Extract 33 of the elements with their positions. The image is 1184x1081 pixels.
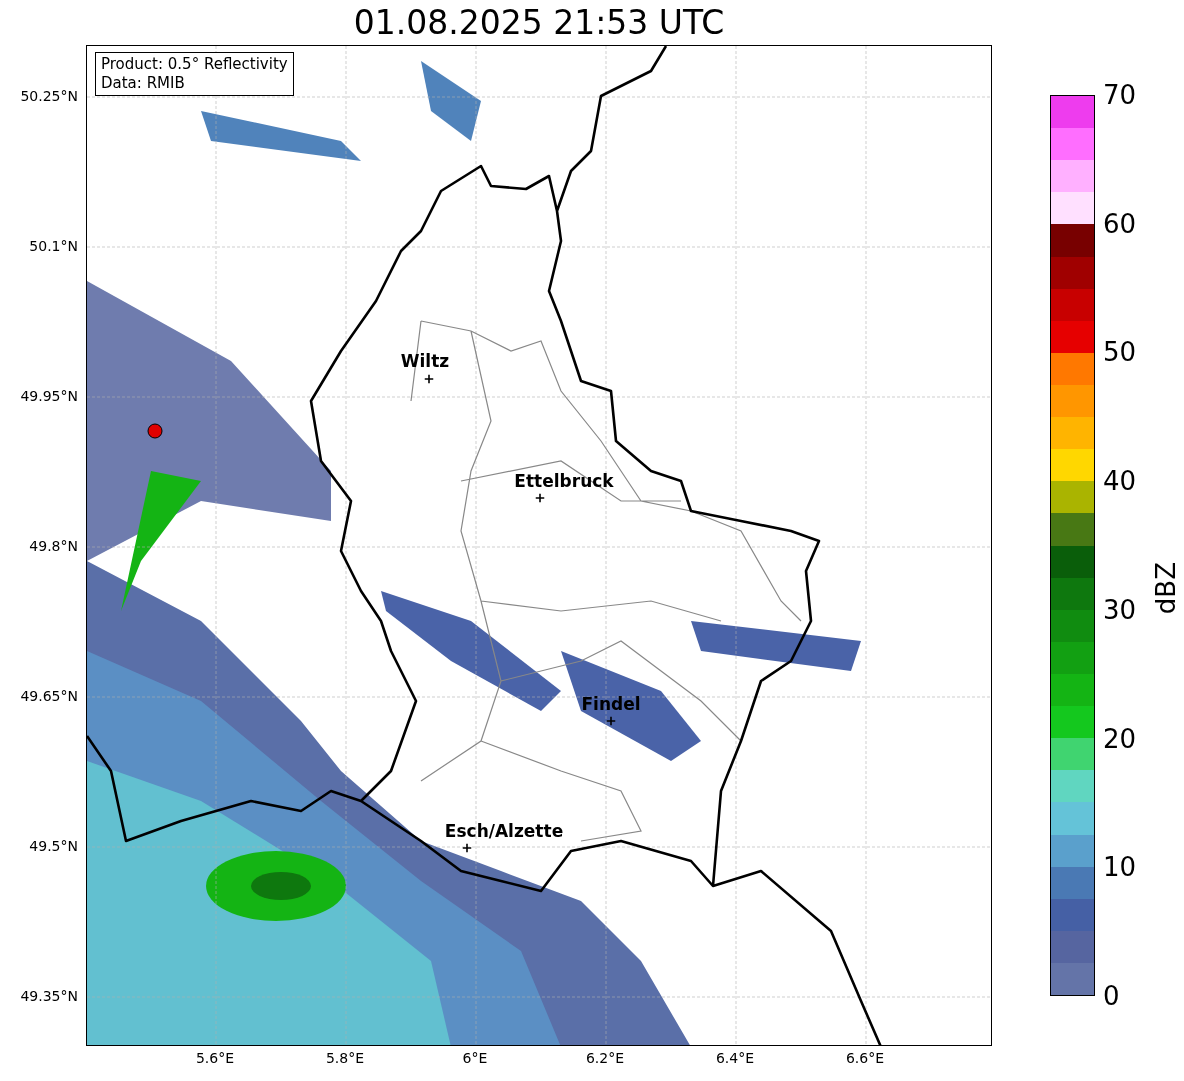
chart-title: 01.08.2025 21:53 UTC [353,3,725,42]
city-marker-icon [535,493,545,503]
colorbar-tick-label: 20 [1103,725,1137,752]
latitude-tick-label: 49.35°N [20,988,78,1004]
legend-text: Data: RMIB [101,74,186,93]
legend-text: Product: 0.5° Reflectivity [101,55,288,74]
colorbar-label: dBZ [1151,561,1181,615]
colorbar-tick-label: 0 [1103,983,1120,1009]
longitude-tick-label: 6.6°E [845,1050,885,1066]
longitude-tick-label: 6°E [462,1050,488,1066]
longitude-tick-label: 5.8°E [325,1050,365,1066]
latitude-tick-label: 49.8°N [29,538,78,554]
longitude-tick-label: 6.4°E [715,1050,755,1066]
city-label: Ettelbruck [514,471,614,491]
longitude-tick-label: 5.6°E [195,1050,235,1066]
colorbar-tick-label: 40 [1103,468,1137,495]
latitude-tick-label: 50.25°N [20,88,78,104]
colorbar-tick-label: 60 [1103,210,1137,237]
city-marker-icon [606,716,616,726]
city-marker-icon [424,374,434,384]
city-label: Wiltz [400,351,450,371]
colorbar-tick-label: 30 [1103,596,1137,623]
city-label: Findel [581,694,641,714]
city-marker-icon [462,843,472,853]
colorbar-tick-label: 10 [1103,854,1137,881]
colorbar-tick-label: 50 [1103,339,1137,366]
colorbar-tick-label: 70 [1103,82,1137,108]
longitude-tick-label: 6.2°E [585,1050,625,1066]
latitude-tick-label: 49.95°N [20,388,78,404]
latitude-tick-label: 49.5°N [29,838,78,854]
latitude-tick-label: 50.1°N [29,238,78,254]
latitude-tick-label: 49.65°N [20,688,78,704]
city-label: Esch/Alzette [444,821,564,841]
